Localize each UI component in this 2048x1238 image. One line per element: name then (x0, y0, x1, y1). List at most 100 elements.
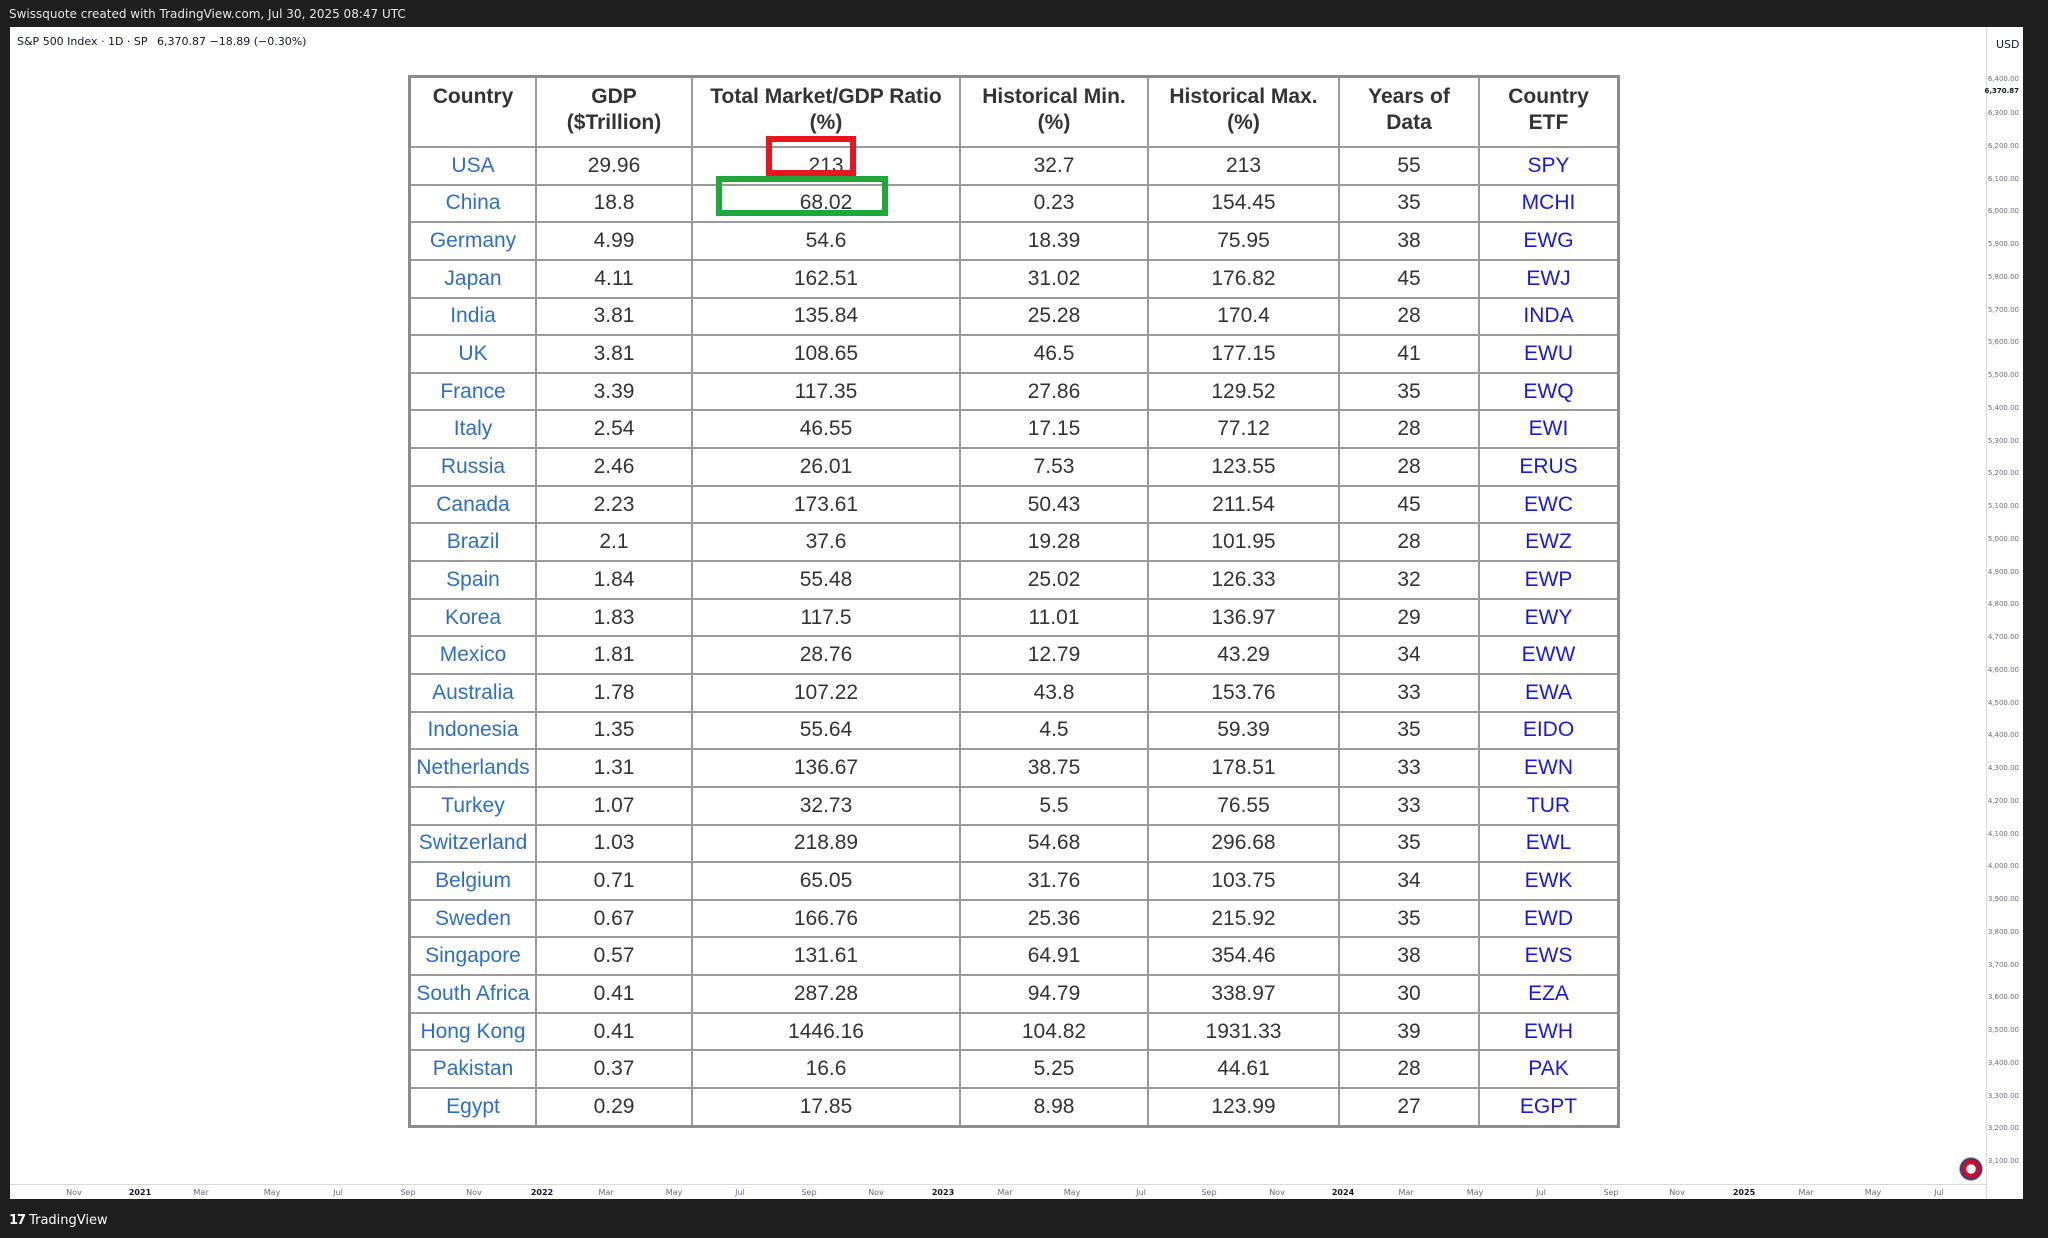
cell-etf[interactable]: EWJ (1478, 258, 1620, 299)
cell-years: 39 (1338, 1011, 1480, 1052)
cell-etf[interactable]: EWZ (1478, 522, 1620, 563)
cell-years: 35 (1338, 823, 1480, 864)
time-tick: May (1063, 1188, 1081, 1197)
cell-years: 41 (1338, 334, 1480, 374)
price-tick: 4,600.00 (1987, 666, 2019, 674)
cell-country[interactable]: Egypt (408, 1087, 537, 1128)
cell-country[interactable]: Turkey (408, 785, 537, 826)
cell-country[interactable]: UK (408, 334, 537, 374)
cell-country[interactable]: USA (408, 146, 537, 186)
col-header-country: Country (408, 75, 537, 148)
cell-ratio: 135.84 (691, 296, 961, 337)
cell-country[interactable]: Italy (408, 409, 537, 450)
cell-hist-min: 54.68 (959, 823, 1149, 864)
cell-etf[interactable]: EWC (1478, 484, 1620, 525)
cell-gdp: 0.67 (535, 898, 693, 939)
cell-etf[interactable]: EWW (1478, 635, 1620, 675)
cell-etf[interactable]: MCHI (1478, 183, 1620, 224)
price-tick: 4,500.00 (1987, 699, 2019, 707)
cell-etf[interactable]: EWA (1478, 672, 1620, 713)
cell-country[interactable]: Indonesia (408, 710, 537, 751)
symbol-name: S&P 500 Index · 1D · SP (17, 35, 148, 48)
time-tick: Jul (735, 1188, 745, 1197)
cell-hist-min: 31.76 (959, 861, 1149, 901)
cell-gdp: 2.54 (535, 409, 693, 450)
cell-etf[interactable]: EIDO (1478, 710, 1620, 751)
cell-etf[interactable]: EWI (1478, 409, 1620, 450)
cell-etf[interactable]: TUR (1478, 785, 1620, 826)
cell-hist-max: 178.51 (1147, 748, 1340, 788)
cell-etf[interactable]: ERUS (1478, 447, 1620, 487)
cell-country[interactable]: Canada (408, 484, 537, 525)
header-line: GDP (591, 85, 637, 108)
cell-country[interactable]: Brazil (408, 522, 537, 563)
time-tick: Jul (1536, 1188, 1546, 1197)
cell-country[interactable]: Singapore (408, 936, 537, 977)
cell-country[interactable]: Spain (408, 560, 537, 600)
col-header-hist-max: Historical Max. (%) (1147, 75, 1340, 148)
cell-etf[interactable]: EWL (1478, 823, 1620, 864)
cell-country[interactable]: Hong Kong (408, 1011, 537, 1052)
tradingview-logo[interactable]: 17 TradingView (9, 1213, 108, 1228)
price-tick: 4,900.00 (1987, 568, 2019, 576)
cell-etf[interactable]: EWG (1478, 221, 1620, 261)
time-tick: Sep (1201, 1188, 1217, 1197)
cell-etf[interactable]: EWN (1478, 748, 1620, 788)
cell-etf[interactable]: INDA (1478, 296, 1620, 337)
cell-etf[interactable]: EWQ (1478, 371, 1620, 412)
cell-gdp: 4.11 (535, 258, 693, 299)
cell-etf[interactable]: EWK (1478, 861, 1620, 901)
cell-gdp: 18.8 (535, 183, 693, 224)
price-tick: 5,600.00 (1987, 338, 2019, 346)
cell-etf[interactable]: PAK (1478, 1049, 1620, 1090)
cell-etf[interactable]: EWH (1478, 1011, 1620, 1052)
cell-country[interactable]: Belgium (408, 861, 537, 901)
cell-etf[interactable]: EWU (1478, 334, 1620, 374)
time-axis[interactable]: Nov 2021 Mar May Jul Sep Nov 2022 Mar May Jul Sep No… (10, 1184, 1986, 1200)
cell-gdp: 1.84 (535, 560, 693, 600)
cell-years: 35 (1338, 183, 1480, 224)
cell-country[interactable]: Germany (408, 221, 537, 261)
cell-ratio: 17.85 (691, 1087, 961, 1128)
price-tick: 4,400.00 (1987, 731, 2019, 739)
cell-country[interactable]: Netherlands (408, 748, 537, 788)
cell-etf[interactable]: SPY (1478, 146, 1620, 186)
cell-etf[interactable]: EWY (1478, 597, 1620, 638)
cell-country[interactable]: China (408, 183, 537, 224)
price-tick: 6,100.00 (1987, 175, 2019, 183)
cell-country[interactable]: Korea (408, 597, 537, 638)
cell-etf[interactable]: EGPT (1478, 1087, 1620, 1128)
cell-country[interactable]: Australia (408, 672, 537, 713)
cell-country[interactable]: France (408, 371, 537, 412)
cell-country[interactable]: Switzerland (408, 823, 537, 864)
cell-hist-max: 129.52 (1147, 371, 1340, 412)
cell-etf[interactable]: EWP (1478, 560, 1620, 600)
table-row: Hong Kong 0.41 1446.16 104.82 1931.33 39 EWH (408, 1011, 1620, 1052)
cell-country[interactable]: Pakistan (408, 1049, 537, 1090)
price-tick: 3,200.00 (1987, 1124, 2019, 1132)
cell-country[interactable]: Sweden (408, 898, 537, 939)
us-flag-icon[interactable] (1959, 1157, 1983, 1181)
cell-gdp: 4.99 (535, 221, 693, 261)
cell-years: 35 (1338, 710, 1480, 751)
price-tick: 4,000.00 (1987, 862, 2019, 870)
header-line: Years of (1368, 85, 1450, 108)
time-tick: May (665, 1188, 683, 1197)
cell-etf[interactable]: EWS (1478, 936, 1620, 977)
price-tick: 5,700.00 (1987, 306, 2019, 314)
cell-hist-max: 170.4 (1147, 296, 1340, 337)
symbol-legend[interactable]: S&P 500 Index · 1D · SP 6,370.87 −18.89 … (17, 35, 306, 48)
cell-country[interactable]: Mexico (408, 635, 537, 675)
cell-country[interactable]: South Africa (408, 974, 537, 1014)
cell-etf[interactable]: EWD (1478, 898, 1620, 939)
cell-years: 33 (1338, 672, 1480, 713)
cell-hist-min: 31.02 (959, 258, 1149, 299)
cell-country[interactable]: India (408, 296, 537, 337)
cell-etf[interactable]: EZA (1478, 974, 1620, 1014)
table-row: Spain 1.84 55.48 25.02 126.33 32 EWP (408, 560, 1620, 600)
cell-country[interactable]: Russia (408, 447, 537, 487)
cell-years: 27 (1338, 1087, 1480, 1128)
cell-years: 32 (1338, 560, 1480, 600)
cell-country[interactable]: Japan (408, 258, 537, 299)
cell-hist-max: 296.68 (1147, 823, 1340, 864)
